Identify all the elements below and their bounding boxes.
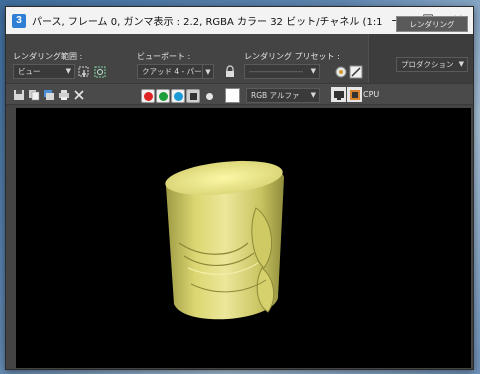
preset-dropdown[interactable]: -------------------- ▼ [244,64,320,79]
lock-icon[interactable] [222,64,237,79]
viewport-value: クアッド 4 - パース [142,67,203,76]
preset-edit-icon[interactable] [348,64,363,79]
render-area-label: レンダリング範囲 : [13,52,83,61]
preset-load-icon[interactable] [333,64,348,79]
crop-region-icon[interactable] [76,64,91,79]
image-toolbar: RGB アルファ ▼ CPU [6,83,473,105]
render-viewport [16,108,471,368]
monochrome-icon[interactable] [206,93,213,100]
print-icon[interactable] [56,87,71,102]
preset-label: レンダリング プリセット : [244,52,340,61]
alpha-square-icon [189,92,197,100]
save-icon[interactable] [11,87,26,102]
chevron-down-icon: ▼ [310,67,316,75]
red-channel-toggle[interactable] [141,89,155,103]
channel-dropdown[interactable]: RGB アルファ ▼ [246,88,320,103]
chevron-down-icon: ▼ [458,60,464,68]
render-button[interactable]: レンダリング [396,16,468,32]
render-area-dropdown[interactable]: ビュー ▼ [13,64,75,79]
rendered-image [165,160,285,320]
render-frame-window: 3 パース, フレーム 0, ガンマ表示 : 2.2, RGBA カラー 32 … [5,6,474,370]
clone-icon[interactable] [41,87,56,102]
viewport-label: ビューポート : [137,52,191,61]
viewport-dropdown[interactable]: クアッド 4 - パース [137,64,203,79]
chevron-down-icon: ▼ [65,67,71,75]
chevron-down-icon: ▼ [310,91,316,99]
green-dot-icon [158,91,168,101]
auto-region-icon[interactable] [92,64,107,79]
alpha-channel-toggle[interactable] [186,89,200,103]
channel-value: RGB アルファ [251,91,300,100]
frame-window-icon[interactable] [347,87,362,102]
red-dot-icon [143,91,153,101]
render-area-value: ビュー [18,67,41,76]
window-title: パース, フレーム 0, ガンマ表示 : 2.2, RGBA カラー 32 ビッ… [32,17,383,28]
production-value: プロダクション [401,60,454,69]
cpu-label: CPU [363,90,380,99]
production-dropdown[interactable]: プロダクション ▼ [396,57,468,72]
preset-value: -------------------- [249,67,304,76]
blue-channel-toggle[interactable] [171,89,185,103]
green-channel-toggle[interactable] [156,89,170,103]
chevron-down-icon[interactable]: ▼ [202,64,214,79]
clear-icon[interactable] [71,87,86,102]
blue-dot-icon [173,91,183,101]
swatch-icon[interactable] [225,88,240,103]
copy-icon[interactable] [26,87,41,102]
display-icon[interactable] [331,87,346,102]
app-icon: 3 [12,13,26,28]
